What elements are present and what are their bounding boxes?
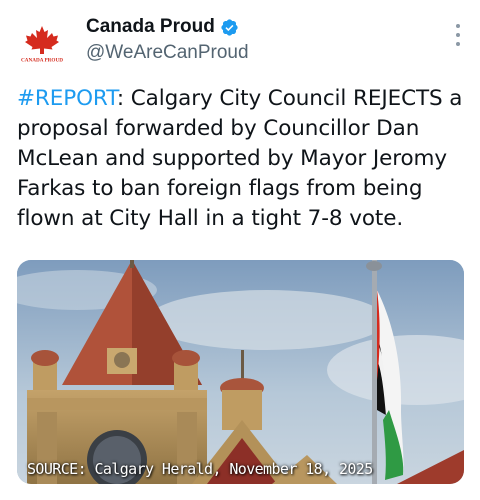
account-handle[interactable]: @WeAreCanProud — [86, 42, 249, 64]
tweet-image[interactable]: SOURCE: Calgary Herald, November 18, 202… — [17, 260, 464, 484]
display-name[interactable]: Canada Proud — [86, 16, 215, 38]
account-names: Canada Proud @WeAreCanProud — [86, 14, 249, 64]
maple-leaf-logo: CANADA PROUD — [14, 16, 70, 72]
hashtag-link[interactable]: #REPORT — [17, 86, 117, 111]
more-options-icon[interactable] — [454, 24, 462, 46]
avatar-caption: CANADA PROUD — [21, 58, 63, 64]
tweet-header: CANADA PROUD Canada Proud @WeAreCanProud — [0, 0, 480, 80]
tweet-body: #REPORT: Calgary City Council REJECTS a … — [17, 84, 472, 234]
city-hall-photo — [17, 260, 464, 484]
avatar[interactable]: CANADA PROUD — [14, 16, 70, 72]
image-source-caption: SOURCE: Calgary Herald, November 18, 202… — [27, 460, 373, 478]
verified-badge-icon — [220, 18, 239, 37]
